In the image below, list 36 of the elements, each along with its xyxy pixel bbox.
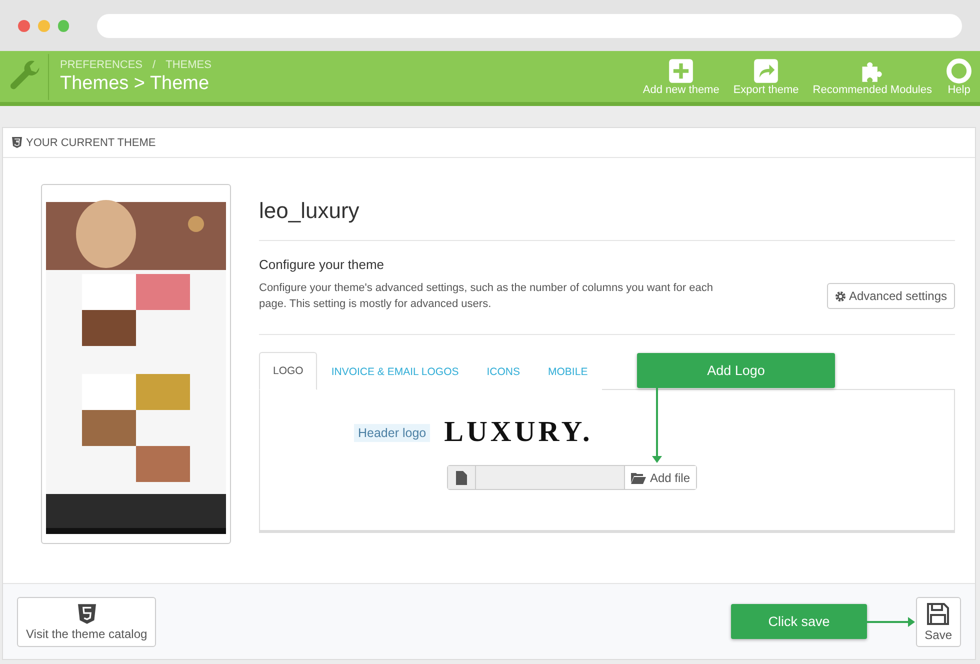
minimize-icon[interactable] — [38, 20, 50, 32]
file-input[interactable]: Add file — [447, 465, 697, 490]
plus-icon — [668, 58, 694, 84]
share-icon — [753, 58, 780, 84]
address-bar[interactable] — [97, 14, 962, 38]
theme-catalog-button[interactable]: Visit the theme catalog — [17, 596, 156, 646]
field-label: Header logo — [354, 424, 430, 442]
folder-icon — [630, 472, 646, 484]
toolbar-button[interactable]: Add new theme — [642, 58, 720, 96]
html5-icon — [12, 137, 22, 148]
annotation-arrow — [867, 617, 915, 627]
save-icon — [926, 602, 950, 626]
breadcrumb-link[interactable]: THEMES — [166, 58, 212, 70]
toolbar-button[interactable]: Export theme — [733, 58, 799, 96]
breadcrumb-separator: / — [152, 58, 156, 70]
advanced-settings-button[interactable]: Advanced settings — [826, 283, 955, 309]
lifebuoy-icon — [946, 58, 972, 84]
toolbar-button[interactable]: Help — [946, 58, 972, 96]
theme-name: leo_luxury — [259, 184, 955, 241]
settings-icon — [834, 290, 846, 302]
annotation-callout: Click save — [731, 604, 867, 639]
save-button[interactable]: Save — [916, 596, 961, 646]
logo-image: LUXURY. — [444, 416, 593, 449]
breadcrumb-link[interactable]: PREFERENCES — [60, 58, 143, 70]
panel-heading: YOUR CURRENT THEME — [26, 136, 156, 148]
html5-icon — [78, 602, 96, 624]
add-file-button[interactable]: Add file — [624, 466, 696, 489]
section-title: Configure your theme — [259, 257, 386, 272]
description-text: Configure your theme's advanced settings, such as the number of columns you want for each page. This setting is mostly for advanced users. — [259, 281, 714, 312]
toolbar-button[interactable]: Recommended Modules — [812, 58, 932, 96]
file-icon — [456, 470, 467, 484]
page-title: Themes > Theme — [60, 72, 210, 94]
maximize-icon[interactable] — [58, 20, 70, 32]
tab[interactable]: LOGO — [259, 352, 318, 390]
annotation-callout: Add Logo — [637, 353, 835, 388]
close-icon[interactable] — [18, 20, 30, 32]
